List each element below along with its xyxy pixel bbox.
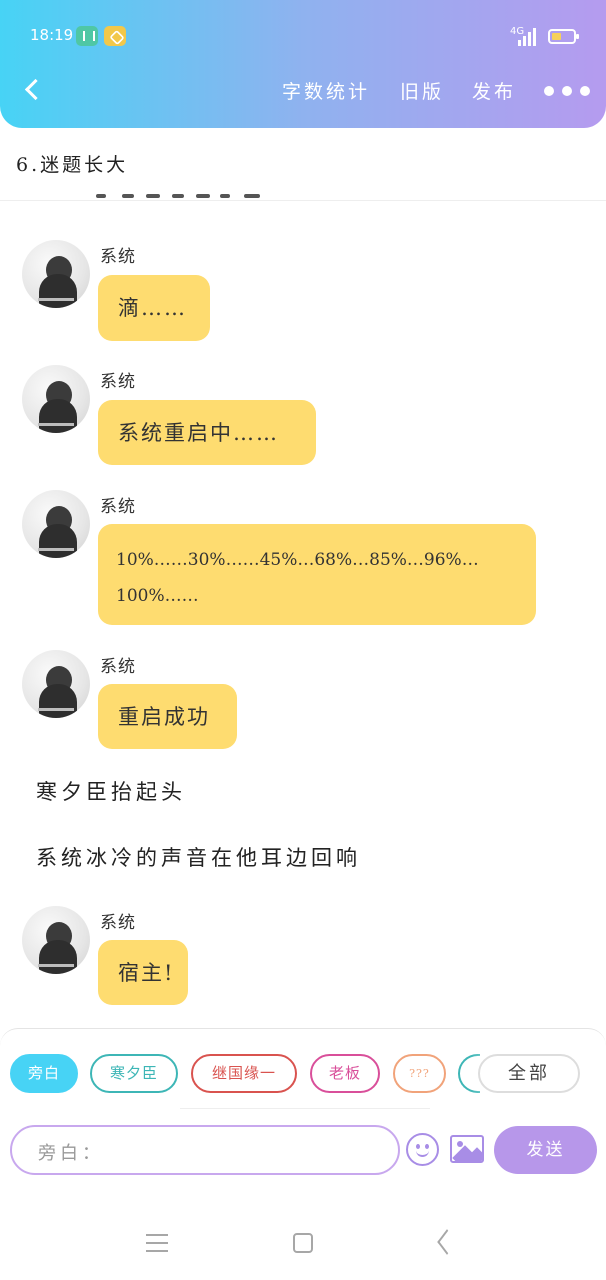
more-icon[interactable] [540, 84, 592, 98]
sender-name: 系统 [100, 657, 136, 677]
all-characters-button[interactable]: 全部 [478, 1054, 580, 1093]
message-input[interactable]: 旁白： [10, 1125, 400, 1175]
word-count-button[interactable]: 字数统计 [282, 77, 370, 104]
sender-name: 系统 [100, 497, 136, 517]
avatar[interactable] [22, 906, 90, 974]
home-icon[interactable] [293, 1233, 313, 1253]
signal-icon [518, 28, 538, 46]
message-bubble[interactable]: 重启成功 [98, 684, 237, 749]
message-bubble[interactable]: 宿主! [98, 940, 188, 1005]
chips-divider [180, 1108, 430, 1109]
image-icon[interactable] [450, 1135, 484, 1163]
send-button[interactable]: 发送 [494, 1126, 597, 1174]
system-nav-bar [0, 1178, 606, 1280]
status-time: 18:19 [30, 26, 74, 44]
sender-name: 系统 [100, 372, 136, 392]
message-text: 重启成功 [118, 705, 210, 729]
back-icon[interactable] [18, 76, 48, 106]
avatar[interactable] [22, 240, 90, 308]
notification-app-icon [76, 26, 98, 46]
menu-icon[interactable] [146, 1234, 170, 1252]
message-text-line-1: 10%……30%……45%…68%…85%…96%… [116, 550, 479, 570]
character-chip-jiguo-yuanyi[interactable]: 继国缘一 [191, 1054, 297, 1093]
character-chip-narrator[interactable]: 旁白 [10, 1054, 78, 1093]
character-chip-han-xichen[interactable]: 寒夕臣 [90, 1054, 178, 1093]
input-speaker-label: 旁白： [38, 1143, 104, 1164]
chapter-title[interactable]: 6.迷题长大 [16, 150, 128, 177]
message-bubble[interactable]: 10%……30%……45%…68%…85%…96%… 100%…… [98, 524, 536, 625]
message-bubble[interactable]: 滴…… [98, 275, 210, 341]
message-text-line-2: 100%…… [116, 586, 199, 606]
emoji-icon[interactable] [406, 1133, 439, 1166]
narration-text[interactable]: 系统冰冷的声音在他耳边回响 [36, 842, 361, 872]
character-chip-unknown[interactable]: ??? [393, 1054, 446, 1093]
app-header: 18:19 4G 字数统计 旧版 发布 [0, 0, 606, 128]
character-chip-boss[interactable]: 老板 [310, 1054, 380, 1093]
message-bubble[interactable]: 系统重启中…… [98, 400, 316, 465]
message-text: 宿主! [118, 961, 175, 985]
avatar[interactable] [22, 365, 90, 433]
old-version-button[interactable]: 旧版 [400, 77, 444, 104]
sender-name: 系统 [100, 247, 136, 267]
message-text: 滴…… [118, 296, 187, 320]
avatar[interactable] [22, 490, 90, 558]
message-text: 系统重启中…… [118, 421, 279, 445]
battery-icon [548, 29, 579, 44]
narration-text[interactable]: 寒夕臣抬起头 [36, 776, 186, 806]
nav-back-icon[interactable] [436, 1231, 458, 1253]
status-bar: 18:19 4G [0, 0, 606, 60]
notification-app-icon-2 [104, 26, 126, 46]
title-divider [0, 200, 606, 201]
publish-button[interactable]: 发布 [472, 77, 516, 104]
sender-name: 系统 [100, 913, 136, 933]
avatar[interactable] [22, 650, 90, 718]
